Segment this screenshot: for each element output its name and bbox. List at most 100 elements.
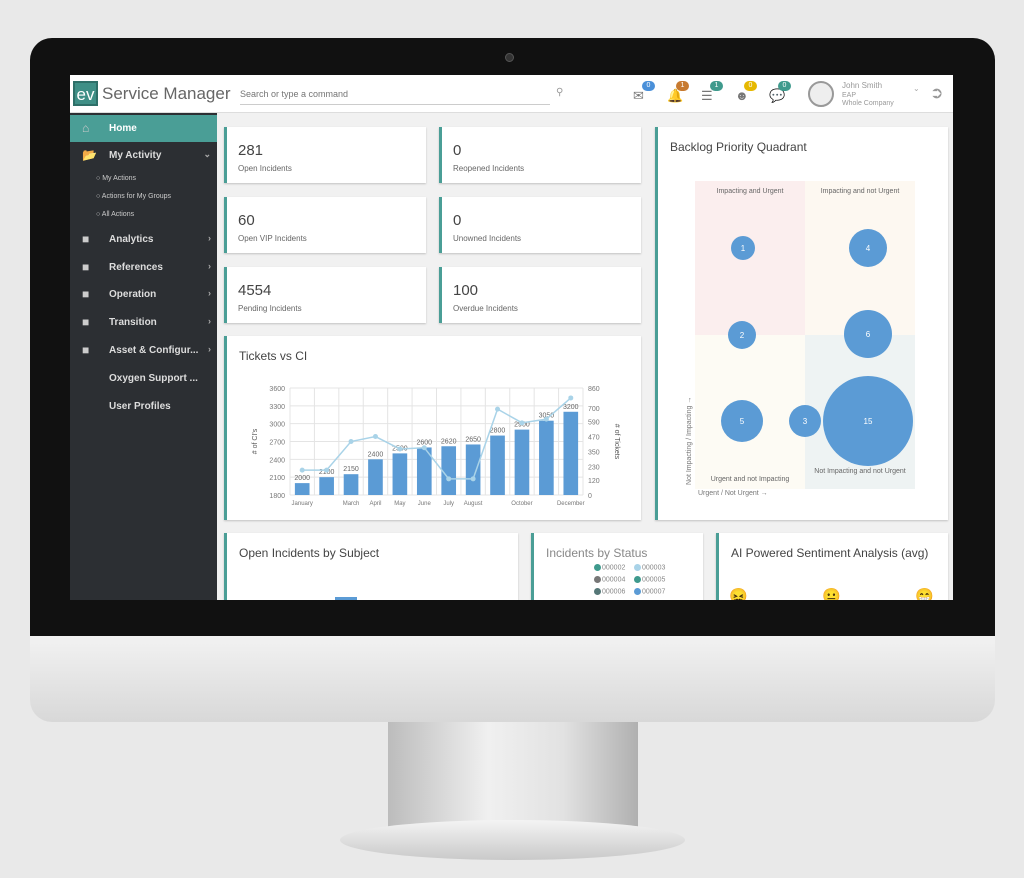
- sidebar: ⌂ Home 📂 My Activity ⌄ ○ My Actions ○ Acti…: [70, 113, 217, 600]
- bar-label: 2650: [465, 436, 481, 443]
- bar: [539, 420, 554, 495]
- sidebar-item-label: Operation: [109, 289, 157, 300]
- y-tick-label: 3300: [269, 404, 285, 411]
- webcam: [505, 53, 514, 62]
- line-point: [470, 476, 476, 482]
- search-input[interactable]: [240, 84, 550, 105]
- x-axis-label: Urgent / Not Urgent →: [698, 490, 768, 497]
- chevron-right-icon: ›: [208, 344, 211, 354]
- legend-item[interactable]: 000005: [634, 576, 665, 583]
- sidebar-item-label: Asset & Configur...: [109, 345, 199, 356]
- chevron-down-icon: ⌄: [203, 149, 211, 159]
- monitor-chin: [30, 636, 995, 722]
- quadrant-label: Impacting and not Urgent: [821, 188, 900, 195]
- bubble-label: 5: [740, 417, 745, 426]
- kpi-card[interactable]: 281 Open Incidents: [224, 127, 426, 183]
- tickets-vs-ci-card: Tickets vs CI 1800 2100 2400 2700 3000 3300 36…: [224, 336, 641, 520]
- sidebar-item-label: Transition: [109, 317, 157, 328]
- bubble-label: 6: [866, 330, 871, 339]
- sidebar-subitem[interactable]: ○ All Actions: [96, 211, 134, 218]
- sidebar-item-7[interactable]: Oxygen Support ...: [70, 365, 217, 392]
- chevron-down-icon[interactable]: ⌄: [913, 84, 920, 93]
- list-icon[interactable]: ☰: [701, 88, 713, 104]
- sidebar-item-8[interactable]: User Profiles: [70, 393, 217, 420]
- legend-item[interactable]: 000003: [634, 564, 665, 571]
- notification-badge: 1: [710, 81, 723, 91]
- x-tick-label: January: [292, 501, 313, 507]
- top-bar: ev Service Manager ⚲ ✉ 0🔔 1☰ 1☻ 0💬 0 Joh…: [70, 75, 953, 113]
- kpi-value: 60: [238, 212, 255, 229]
- kpi-card[interactable]: 100 Overdue Incidents: [439, 267, 641, 323]
- notification-badge: 1: [676, 81, 689, 91]
- sidebar-subitem[interactable]: ○ My Actions: [96, 175, 136, 182]
- y2-tick-label: 860: [588, 386, 600, 393]
- bar-label: 2000: [294, 475, 310, 482]
- bubble-label: 1: [741, 244, 746, 253]
- y2-axis-label: # of Tickets: [613, 424, 620, 460]
- bubble-label: 4: [866, 244, 871, 253]
- folder-icon: ■: [82, 232, 90, 246]
- bar-label: 2620: [441, 438, 457, 445]
- kpi-label: Pending Incidents: [238, 304, 302, 313]
- bar-label: 2800: [490, 428, 506, 435]
- neutral-face-icon: 😐: [822, 588, 841, 600]
- legend-item[interactable]: 000006: [594, 588, 625, 595]
- y2-tick-label: 230: [588, 464, 600, 471]
- kpi-card[interactable]: 0 Unowned Incidents: [439, 197, 641, 253]
- app-logo[interactable]: ev: [73, 81, 98, 106]
- sidebar-item-label: User Profiles: [109, 401, 171, 412]
- sidebar-item-6[interactable]: ■ Asset & Configur... ›: [70, 337, 217, 364]
- y2-tick-label: 590: [588, 420, 600, 427]
- sidebar-item-label: Oxygen Support ...: [109, 373, 198, 384]
- logout-icon[interactable]: ➲: [930, 83, 943, 103]
- legend-item[interactable]: 000002: [594, 564, 625, 571]
- y2-tick-label: 700: [588, 406, 600, 413]
- monitor-stand: [388, 722, 638, 830]
- bar: [343, 474, 359, 495]
- quadrant-label: Impacting and Urgent: [717, 188, 784, 195]
- kpi-value: 0: [453, 142, 462, 159]
- quadrant-0: [695, 181, 805, 335]
- sidebar-item-5[interactable]: ■ Transition ›: [70, 309, 217, 336]
- y-tick-label: 2700: [269, 440, 285, 447]
- sidebar-item-3[interactable]: ■ References ›: [70, 254, 217, 281]
- bar-label: 2400: [368, 451, 384, 458]
- screen: ev Service Manager ⚲ ✉ 0🔔 1☰ 1☻ 0💬 0 Joh…: [70, 75, 953, 600]
- kpi-label: Open VIP Incidents: [238, 234, 307, 243]
- x-tick-label: March: [343, 501, 360, 507]
- search-icon[interactable]: ⚲: [556, 87, 563, 98]
- user-role: EAP: [842, 92, 857, 99]
- sidebar-item-4[interactable]: ■ Operation ›: [70, 281, 217, 308]
- bar-label: 3200: [563, 404, 579, 411]
- kpi-card[interactable]: 0 Reopened Incidents: [439, 127, 641, 183]
- folder-icon: ■: [82, 315, 90, 329]
- sidebar-subitem[interactable]: ○ Actions for My Groups: [96, 193, 171, 200]
- y-tick-label: 1800: [269, 493, 285, 500]
- notification-badge: 0: [778, 81, 791, 91]
- bar: [514, 429, 530, 495]
- x-tick-label: May: [394, 501, 405, 507]
- kpi-label: Overdue Incidents: [453, 304, 518, 313]
- x-tick-label: July: [443, 501, 454, 507]
- legend-item[interactable]: 000007: [634, 588, 665, 595]
- kpi-card[interactable]: 4554 Pending Incidents: [224, 267, 426, 323]
- folder-icon: ■: [82, 260, 90, 274]
- y-tick-label: 2100: [269, 475, 285, 482]
- quadrant-chart: Impacting and Urgent Impacting and not Ur…: [686, 181, 915, 497]
- chevron-right-icon: ›: [208, 261, 211, 271]
- legend-item[interactable]: 000004: [594, 576, 625, 583]
- user-name[interactable]: John Smith: [842, 81, 882, 90]
- quadrant-label: Not Impacting and not Urgent: [814, 468, 905, 475]
- sentiment-card: AI Powered Sentiment Analysis (avg) 😖 😐 …: [716, 533, 948, 600]
- alert-icon[interactable]: ✉: [633, 88, 644, 104]
- sidebar-item-1[interactable]: 📂 My Activity ⌄: [70, 142, 217, 169]
- sidebar-item-2[interactable]: ■ Analytics ›: [70, 226, 217, 253]
- kpi-card[interactable]: 60 Open VIP Incidents: [224, 197, 426, 253]
- line-point: [543, 416, 549, 422]
- y-tick-label: 3000: [269, 422, 285, 429]
- folder-icon: ■: [82, 287, 90, 301]
- bubble-label: 2: [740, 331, 745, 340]
- sidebar-item-0[interactable]: ⌂ Home: [70, 115, 217, 142]
- kpi-label: Open Incidents: [238, 164, 292, 173]
- avatar[interactable]: [808, 81, 834, 107]
